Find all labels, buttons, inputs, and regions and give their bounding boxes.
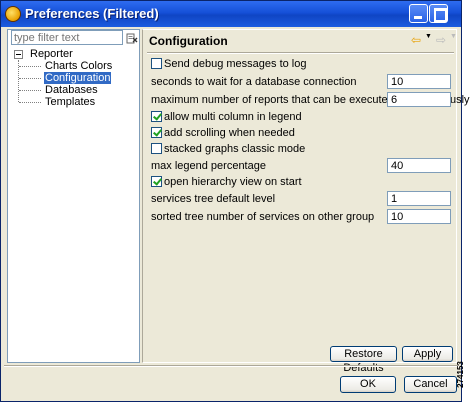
preferences-window: Preferences (Filtered) Reporter	[0, 0, 470, 402]
filter-input[interactable]	[11, 30, 123, 45]
tree-item-charts-colors[interactable]: Charts Colors	[11, 60, 137, 72]
services-level-field[interactable]	[387, 191, 451, 206]
tree-item-templates[interactable]: Templates	[11, 96, 137, 108]
title-bar[interactable]: Preferences (Filtered)	[1, 1, 461, 27]
apply-button[interactable]: Apply	[402, 346, 453, 362]
tree-item-databases[interactable]: Databases	[11, 84, 137, 96]
max-legend-field[interactable]	[387, 158, 451, 173]
ok-button[interactable]: OK	[340, 376, 396, 393]
scrolling-checkbox[interactable]	[151, 127, 162, 138]
max-reports-field[interactable]	[387, 92, 451, 107]
preference-tree: Reporter Charts Colors Configuration Dat…	[11, 48, 137, 108]
multi-column-label: allow multi column in legend	[164, 111, 302, 123]
dialog-client: Reporter Charts Colors Configuration Dat…	[4, 27, 470, 399]
figure-code: 274153	[456, 350, 474, 402]
stacked-classic-checkbox[interactable]	[151, 143, 162, 154]
send-debug-label: Send debug messages to log	[164, 58, 307, 70]
clear-filter-icon[interactable]	[126, 32, 138, 44]
window-title: Preferences (Filtered)	[25, 6, 159, 21]
tree-item-label: Reporter	[30, 48, 73, 60]
forward-dropdown-icon: ▼	[450, 33, 457, 40]
tree-guide-line	[19, 102, 41, 103]
tree-item-label: Databases	[45, 84, 98, 96]
sorted-tree-field[interactable]	[387, 209, 451, 224]
send-debug-checkbox[interactable]	[151, 58, 162, 69]
collapse-icon[interactable]	[14, 50, 23, 59]
multi-column-checkbox[interactable]	[151, 111, 162, 122]
send-debug-option[interactable]: Send debug messages to log	[151, 57, 307, 71]
tree-guide-line	[19, 90, 41, 91]
back-arrow-icon[interactable]: ⇦	[411, 33, 421, 47]
tree-item-configuration[interactable]: Configuration	[11, 72, 137, 84]
open-hierarchy-option[interactable]: open hierarchy view on start	[151, 175, 302, 189]
cancel-button[interactable]: Cancel	[404, 376, 457, 393]
back-dropdown-icon[interactable]: ▼	[425, 33, 432, 40]
tree-item-reporter[interactable]: Reporter	[11, 48, 137, 102]
tree-guide-line	[19, 66, 41, 67]
restore-defaults-button[interactable]: Restore Defaults	[330, 346, 397, 374]
bottom-separator	[4, 365, 459, 367]
preference-page: Configuration ⇦ ▼ ⇨ ▼ Send debug message…	[142, 29, 470, 374]
tree-item-label: Templates	[45, 96, 96, 108]
title-separator	[147, 52, 454, 54]
db-wait-field[interactable]	[387, 74, 451, 89]
multi-column-option[interactable]: allow multi column in legend	[151, 110, 302, 124]
minimize-button[interactable]	[409, 4, 428, 23]
scrolling-option[interactable]: add scrolling when needed	[151, 126, 295, 140]
page-title: Configuration	[149, 34, 228, 48]
figure-code-text: 274153	[455, 361, 465, 388]
open-hierarchy-label: open hierarchy view on start	[164, 176, 302, 188]
db-wait-label: seconds to wait for a database connectio…	[151, 76, 357, 88]
forward-arrow-icon: ⇨	[436, 33, 447, 47]
stacked-classic-label: stacked graphs classic mode	[164, 143, 306, 155]
services-level-label: services tree default level	[151, 193, 276, 205]
sorted-tree-label: sorted tree number of services on other …	[151, 211, 375, 223]
app-icon	[5, 6, 21, 22]
maximize-button[interactable]	[429, 4, 448, 23]
tree-item-label: Configuration	[44, 72, 112, 84]
tree-guide-line	[19, 78, 41, 79]
scrolling-label: add scrolling when needed	[164, 127, 295, 139]
stacked-classic-option[interactable]: stacked graphs classic mode	[151, 142, 305, 156]
max-legend-label: max legend percentage	[151, 160, 266, 172]
open-hierarchy-checkbox[interactable]	[151, 176, 162, 187]
tree-item-label: Charts Colors	[45, 60, 113, 72]
navigation-pane: Reporter Charts Colors Configuration Dat…	[7, 29, 140, 363]
